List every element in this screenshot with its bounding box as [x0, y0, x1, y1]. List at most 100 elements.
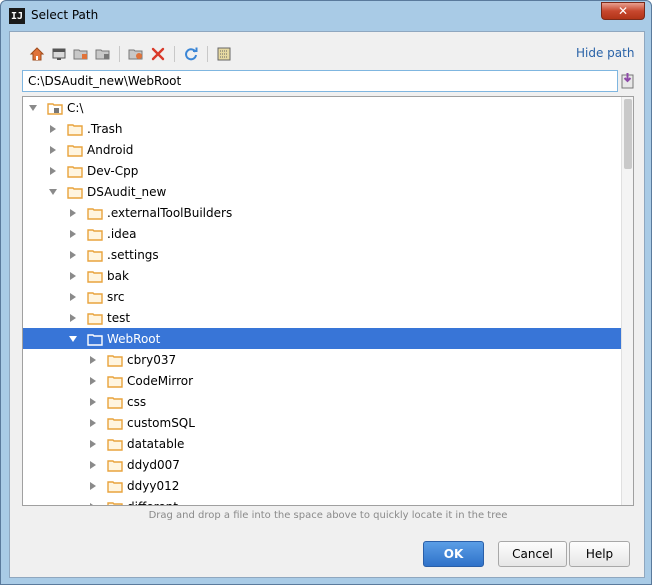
- toolbar-separator: [207, 46, 208, 62]
- folder-icon: [107, 396, 123, 409]
- path-history-icon[interactable]: [620, 72, 636, 90]
- tree-row-label: Android: [87, 142, 134, 157]
- dialog-content: Hide path C:\DSAudit_new\WebRoot C:\ .Tra…: [9, 31, 645, 578]
- intellij-app-icon: IJ: [9, 8, 25, 24]
- tree-row[interactable]: ddyd007: [23, 454, 621, 475]
- folder-icon: [87, 291, 103, 304]
- expand-arrow-right-icon[interactable]: [47, 160, 59, 181]
- expand-arrow-right-icon[interactable]: [67, 307, 79, 328]
- tree-row-label: .settings: [107, 247, 159, 262]
- tree-row-label: WebRoot: [107, 331, 161, 346]
- tree-row[interactable]: .idea: [23, 223, 621, 244]
- tree-row[interactable]: cbry037: [23, 349, 621, 370]
- expand-arrow-right-icon[interactable]: [67, 202, 79, 223]
- scrollbar-thumb[interactable]: [624, 99, 632, 169]
- help-button[interactable]: Help: [569, 541, 630, 567]
- toolbar-separator: [174, 46, 175, 62]
- tree-row-label: .Trash: [87, 121, 123, 136]
- folder-icon: [67, 186, 83, 199]
- drive-icon: [47, 102, 63, 115]
- new-folder-icon[interactable]: [125, 44, 147, 64]
- tree-row-label: .idea: [107, 226, 137, 241]
- tree-row-label: css: [127, 394, 147, 409]
- close-button[interactable]: ✕: [601, 2, 645, 20]
- tree-row[interactable]: .Trash: [23, 118, 621, 139]
- tree-row[interactable]: C:\: [23, 97, 621, 118]
- expand-arrow-right-icon[interactable]: [87, 349, 99, 370]
- expand-arrow-right-icon[interactable]: [87, 391, 99, 412]
- folder-icon: [87, 228, 103, 241]
- toolbar-separator: [119, 46, 120, 62]
- expand-arrow-down-icon[interactable]: [27, 97, 39, 118]
- ok-button[interactable]: OK: [423, 541, 484, 567]
- tree-row[interactable]: different: [23, 496, 621, 506]
- expand-arrow-right-icon[interactable]: [47, 139, 59, 160]
- tree-row[interactable]: test: [23, 307, 621, 328]
- tree-row[interactable]: src: [23, 286, 621, 307]
- hide-path-link[interactable]: Hide path: [576, 46, 634, 60]
- tree-row[interactable]: customSQL: [23, 412, 621, 433]
- window-title: Select Path: [31, 8, 99, 22]
- folder-icon: [107, 459, 123, 472]
- cancel-button[interactable]: Cancel: [498, 541, 567, 567]
- expand-arrow-right-icon[interactable]: [87, 496, 99, 505]
- file-tree[interactable]: C:\ .Trash Android Dev-Cpp DSAudit_new .exter…: [22, 96, 634, 506]
- module-folder-icon[interactable]: [92, 44, 114, 64]
- tree-rows: C:\ .Trash Android Dev-Cpp DSAudit_new .exter…: [23, 97, 621, 506]
- tree-row[interactable]: .settings: [23, 244, 621, 265]
- expand-arrow-right-icon[interactable]: [47, 118, 59, 139]
- expand-arrow-right-icon[interactable]: [67, 286, 79, 307]
- expand-arrow-right-icon[interactable]: [87, 475, 99, 496]
- expand-arrow-right-icon[interactable]: [67, 265, 79, 286]
- tree-row-label: CodeMirror: [127, 373, 194, 388]
- folder-icon: [107, 375, 123, 388]
- drag-drop-hint: Drag and drop a file into the space abov…: [148, 510, 508, 521]
- expand-arrow-down-icon[interactable]: [67, 328, 79, 349]
- tree-row-label: Dev-Cpp: [87, 163, 139, 178]
- tree-row-label: test: [107, 310, 131, 325]
- folder-icon: [87, 249, 103, 262]
- project-folder-icon[interactable]: [70, 44, 92, 64]
- tree-row[interactable]: bak: [23, 265, 621, 286]
- folder-icon: [67, 165, 83, 178]
- tree-row[interactable]: WebRoot: [23, 328, 621, 349]
- desktop-icon[interactable]: [48, 44, 70, 64]
- show-hidden-icon[interactable]: [213, 44, 235, 64]
- expand-arrow-right-icon[interactable]: [87, 433, 99, 454]
- expand-arrow-right-icon[interactable]: [87, 370, 99, 391]
- folder-icon: [87, 333, 103, 346]
- tree-row-label: ddyy012: [127, 478, 180, 493]
- refresh-icon[interactable]: [180, 44, 202, 64]
- home-icon[interactable]: [26, 44, 48, 64]
- title-bar[interactable]: IJ Select Path ✕: [1, 1, 651, 31]
- tree-row[interactable]: ddyy012: [23, 475, 621, 496]
- delete-icon[interactable]: [147, 44, 169, 64]
- tree-row-label: bak: [107, 268, 129, 283]
- expand-arrow-right-icon[interactable]: [87, 454, 99, 475]
- tree-row[interactable]: Android: [23, 139, 621, 160]
- tree-row-label: DSAudit_new: [87, 184, 167, 199]
- tree-vertical-scrollbar[interactable]: [621, 97, 633, 505]
- folder-icon: [107, 438, 123, 451]
- tree-row-label: ddyd007: [127, 457, 180, 472]
- select-path-dialog: IJ Select Path ✕ Hide path C:\DSAudit_ne…: [0, 0, 652, 585]
- folder-icon: [107, 354, 123, 367]
- expand-arrow-right-icon[interactable]: [67, 223, 79, 244]
- tree-row-label: src: [107, 289, 125, 304]
- tree-row[interactable]: .externalToolBuilders: [23, 202, 621, 223]
- folder-icon: [87, 312, 103, 325]
- tree-row-label: different: [127, 500, 178, 506]
- tree-row-label: customSQL: [127, 415, 195, 430]
- tree-row-label: cbry037: [127, 352, 177, 367]
- path-input[interactable]: C:\DSAudit_new\WebRoot: [22, 70, 618, 92]
- expand-arrow-right-icon[interactable]: [87, 412, 99, 433]
- tree-row[interactable]: DSAudit_new: [23, 181, 621, 202]
- tree-row[interactable]: css: [23, 391, 621, 412]
- folder-icon: [107, 417, 123, 430]
- folder-icon: [87, 207, 103, 220]
- expand-arrow-right-icon[interactable]: [67, 244, 79, 265]
- tree-row[interactable]: datatable: [23, 433, 621, 454]
- tree-row[interactable]: Dev-Cpp: [23, 160, 621, 181]
- tree-row[interactable]: CodeMirror: [23, 370, 621, 391]
- expand-arrow-down-icon[interactable]: [47, 181, 59, 202]
